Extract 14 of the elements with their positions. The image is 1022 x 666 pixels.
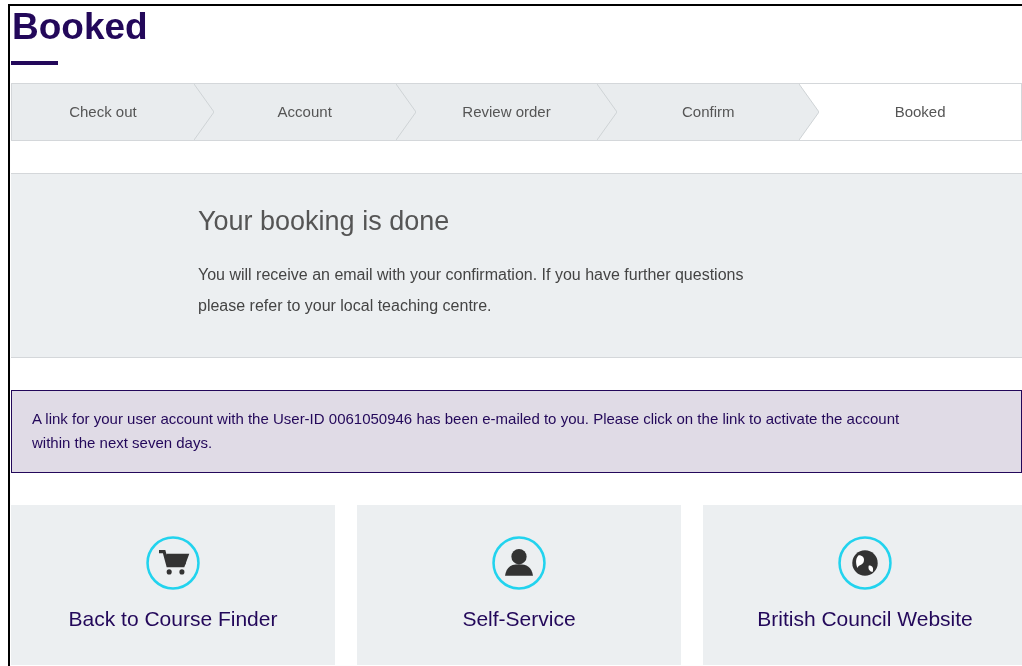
progress-step[interactable]: Check out <box>12 84 194 140</box>
progress-step[interactable]: Review order <box>415 84 598 140</box>
page-title: Booked <box>11 6 149 45</box>
title-underline <box>11 61 58 65</box>
link-card[interactable]: Back to Course Finder <box>11 505 335 665</box>
link-card[interactable]: Self-Service <box>357 505 681 665</box>
progress-step[interactable]: Account <box>213 84 396 140</box>
notice-text: A link for your user account with the User-ID 0061050946 has been e-mailed to you. Please click on the link to activate the account within the next seven days. <box>32 409 901 453</box>
confirmation-text: You will receive an email with your confirmation. If you have further questions please refer to your local teaching centre. <box>198 265 745 316</box>
confirmation-heading: Your booking is done <box>198 208 451 235</box>
person-icon <box>491 535 547 591</box>
link-card[interactable]: British Council Website <box>703 505 1022 665</box>
globe-icon <box>837 535 893 591</box>
cart-icon <box>145 535 201 591</box>
